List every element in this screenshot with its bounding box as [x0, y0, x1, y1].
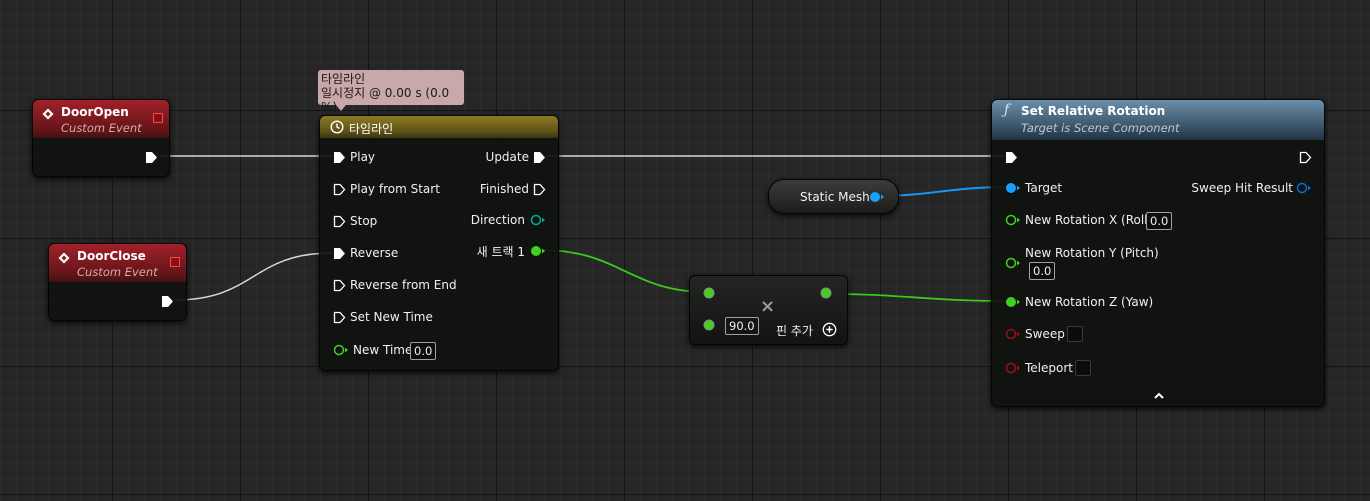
- door-close-title: DoorClose: [77, 249, 146, 263]
- play-label: Play: [350, 150, 376, 164]
- event-diamond-icon: [58, 252, 70, 264]
- collapse-chevron-up-icon[interactable]: [1153, 391, 1165, 400]
- door-open-header[interactable]: DoorOpen Custom Event: [33, 100, 169, 138]
- static-mesh-label: Static Mesh: [800, 190, 870, 204]
- reverse-from-end-exec-pin[interactable]: [333, 279, 346, 292]
- multiply-b-value-input[interactable]: 90.0: [725, 317, 759, 335]
- target-object-pin[interactable]: [1005, 182, 1021, 194]
- bubble-tail: [336, 105, 346, 111]
- set-new-time-exec-pin[interactable]: [333, 311, 346, 324]
- add-pin-plus-icon[interactable]: [822, 322, 837, 337]
- play-exec-pin[interactable]: [333, 151, 346, 164]
- door-close-event-node[interactable]: DoorClose Custom Event: [48, 243, 187, 321]
- teleport-label: Teleport: [1025, 361, 1073, 375]
- multiply-input-a-pin[interactable]: [703, 287, 715, 299]
- direction-enum-pin[interactable]: [530, 214, 546, 226]
- bubble-title: 타임라인: [321, 72, 366, 86]
- sweep-hit-result-struct-pin[interactable]: [1296, 182, 1312, 194]
- new-time-input[interactable]: 0.0: [410, 342, 437, 360]
- door-open-subtitle: Custom Event: [61, 121, 142, 135]
- stop-exec-pin[interactable]: [333, 215, 346, 228]
- rotation-z-label: New Rotation Z (Yaw): [1025, 295, 1154, 309]
- clock-icon: [330, 120, 344, 134]
- delegate-pin[interactable]: [153, 113, 163, 123]
- door-open-event-node[interactable]: DoorOpen Custom Event: [32, 99, 170, 177]
- reverse-exec-pin[interactable]: [333, 247, 346, 260]
- function-icon: ƒ: [1004, 102, 1010, 118]
- rotation-y-input[interactable]: 0.0: [1029, 262, 1056, 280]
- stop-label: Stop: [350, 214, 378, 228]
- delegate-pin[interactable]: [170, 257, 180, 267]
- update-exec-pin[interactable]: [533, 151, 546, 164]
- direction-label: Direction: [470, 213, 525, 227]
- new-track-float-pin[interactable]: [530, 245, 546, 257]
- new-time-float-pin[interactable]: [333, 344, 349, 356]
- play-from-start-exec-pin[interactable]: [333, 183, 346, 196]
- static-mesh-variable-node[interactable]: Static Mesh: [768, 179, 899, 214]
- sweep-bool-pin[interactable]: [1005, 328, 1021, 340]
- rotation-y-label: New Rotation Y (Pitch): [1025, 246, 1159, 260]
- update-label: Update: [485, 150, 529, 164]
- exec-in-pin[interactable]: [1005, 151, 1018, 164]
- rotation-x-label: New Rotation X (Roll): [1025, 213, 1153, 227]
- set-new-time-label: Set New Time: [350, 310, 433, 324]
- rotation-x-float-pin[interactable]: [1005, 214, 1021, 226]
- set-relative-rotation-header[interactable]: ƒ Set Relative Rotation Target is Scene …: [992, 100, 1324, 140]
- door-open-exec-out-pin[interactable]: [145, 151, 158, 164]
- timeline-status-bubble: 타임라인 일시정지 @ 0.00 s (0.0 %): [318, 70, 464, 114]
- function-subtitle: Target is Scene Component: [1021, 121, 1180, 135]
- teleport-bool-pin[interactable]: [1005, 362, 1021, 374]
- timeline-title: 타임라인: [349, 122, 394, 136]
- sweep-checkbox[interactable]: [1067, 326, 1083, 342]
- finished-exec-pin[interactable]: [533, 183, 546, 196]
- multiply-output-pin[interactable]: [820, 287, 832, 299]
- reverse-from-end-label: Reverse from End: [350, 278, 457, 292]
- add-pin-label[interactable]: 핀 추가: [776, 322, 813, 339]
- timeline-node[interactable]: 타임라인 Play Play from Start Stop Reverse R…: [319, 115, 559, 371]
- target-label: Target: [1025, 181, 1063, 195]
- function-title: Set Relative Rotation: [1021, 104, 1166, 118]
- rotation-y-float-pin[interactable]: [1005, 257, 1021, 269]
- set-relative-rotation-node[interactable]: ƒ Set Relative Rotation Target is Scene …: [991, 99, 1325, 407]
- teleport-checkbox[interactable]: [1075, 360, 1091, 376]
- reverse-label: Reverse: [350, 246, 399, 260]
- multiply-input-b-pin[interactable]: [703, 319, 715, 331]
- door-close-header[interactable]: DoorClose Custom Event: [49, 244, 186, 282]
- door-close-subtitle: Custom Event: [77, 265, 158, 279]
- play-from-start-label: Play from Start: [350, 182, 440, 196]
- door-open-title: DoorOpen: [61, 105, 129, 119]
- finished-label: Finished: [479, 182, 529, 196]
- exec-out-pin[interactable]: [1299, 151, 1312, 164]
- sweep-label: Sweep: [1025, 327, 1065, 341]
- timeline-header[interactable]: 타임라인: [320, 116, 558, 138]
- rotation-x-input[interactable]: 0.0: [1146, 212, 1173, 230]
- multiply-node[interactable]: 90.0 × 핀 추가: [689, 275, 848, 345]
- multiply-operator-icon: ×: [760, 296, 776, 317]
- rotation-z-float-pin[interactable]: [1005, 296, 1021, 308]
- static-mesh-object-pin[interactable]: [869, 191, 885, 203]
- event-diamond-icon: [42, 108, 54, 120]
- new-time-label: New Time: [353, 343, 413, 357]
- new-track-label: 새 트랙 1: [476, 245, 525, 259]
- door-close-exec-out-pin[interactable]: [161, 295, 174, 308]
- sweep-hit-result-label: Sweep Hit Result: [1191, 181, 1293, 195]
